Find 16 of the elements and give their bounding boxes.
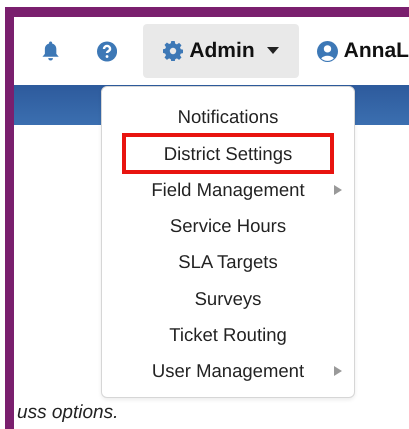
user-avatar-icon: [316, 40, 338, 62]
gear-icon: [163, 41, 184, 61]
menu-item[interactable]: User Management: [102, 353, 354, 390]
body-text: uss options.: [17, 401, 118, 425]
menu-item[interactable]: Surveys: [102, 280, 354, 317]
help-icon[interactable]: [97, 40, 118, 62]
admin-menu-button[interactable]: Admin: [143, 24, 299, 78]
menu-item[interactable]: Ticket Routing: [102, 316, 354, 354]
notification-bell-icon[interactable]: [42, 41, 60, 61]
caret-icon: [266, 47, 279, 55]
user-name[interactable]: AnnaL: [344, 35, 409, 67]
menu-item[interactable]: District Settings: [102, 135, 354, 172]
menu-item[interactable]: Notifications: [102, 99, 354, 136]
menu-item[interactable]: SLA Targets: [102, 244, 354, 280]
menu-item[interactable]: Service Hours: [102, 208, 354, 244]
menu-item[interactable]: Field Management: [102, 172, 354, 208]
